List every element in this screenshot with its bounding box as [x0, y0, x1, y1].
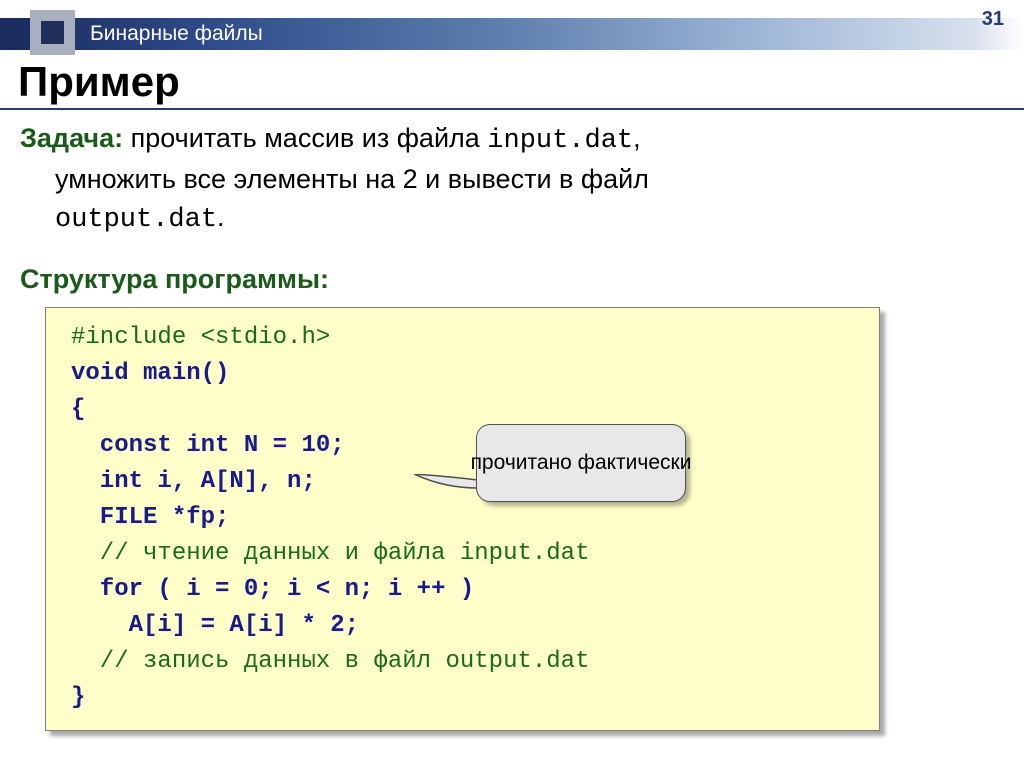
task-text-2: умножить все элементы на 2 и вывести в ф…	[55, 164, 649, 194]
task-comma: ,	[633, 123, 641, 153]
code-l6: FILE *fp;	[71, 500, 854, 536]
slide-number: 31	[982, 8, 1004, 31]
code-l8b: ( i = 0; i < n; i ++ )	[143, 576, 474, 603]
code-l7: // чтение данных и файла input.dat	[71, 536, 854, 572]
callout-text: прочитано фактически	[471, 450, 692, 476]
task-block: Задача: прочитать массив из файла input.…	[20, 120, 1004, 239]
header-text: Бинарные файлы	[90, 22, 263, 46]
header-bullet-icon	[30, 10, 75, 55]
structure-label: Структура программы:	[20, 264, 1004, 295]
code-l1b: <stdio.h>	[201, 324, 331, 351]
code-l2: void main()	[71, 356, 854, 392]
code-l1a: #include	[71, 324, 201, 351]
slide-title: Пример	[18, 58, 180, 106]
code-l8a: for	[71, 576, 143, 603]
content-area: Задача: прочитать массив из файла input.…	[20, 120, 1004, 731]
task-file1: input.dat	[487, 126, 633, 156]
code-l3: {	[71, 392, 854, 428]
task-period: .	[217, 202, 225, 232]
task-file2: output.dat	[55, 205, 217, 235]
callout-box: прочитано фактически	[476, 424, 686, 502]
code-l11: }	[71, 680, 854, 716]
header-bar: Бинарные файлы	[0, 18, 1024, 50]
callout-tail-icon	[414, 474, 478, 494]
code-l10: // запись данных в файл output.dat	[71, 644, 854, 680]
task-label: Задача:	[20, 123, 123, 153]
task-text-1: прочитать массив из файла	[123, 123, 487, 153]
title-underline	[0, 108, 1024, 110]
code-box: #include <stdio.h> void main() { const i…	[45, 307, 880, 731]
code-l4: const int N = 10;	[71, 428, 854, 464]
code-l9: A[i] = A[i] * 2;	[71, 608, 854, 644]
